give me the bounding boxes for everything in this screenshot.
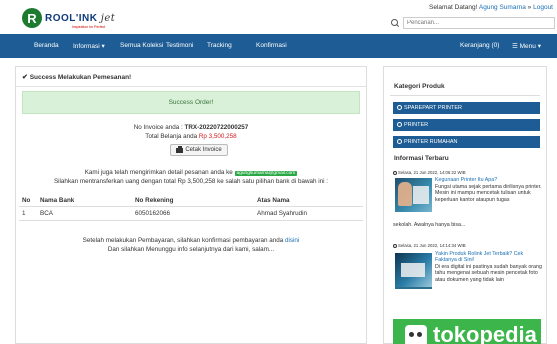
search-input[interactable] xyxy=(403,16,555,29)
category-printer[interactable]: PRINTER xyxy=(393,119,540,131)
wait-line: Dan silahkan Menunggu info selanjutnya d… xyxy=(107,246,275,253)
search-bar xyxy=(390,16,555,29)
confirm-here-link[interactable]: disini xyxy=(285,237,299,244)
post-thumbnail[interactable] xyxy=(395,253,432,289)
circle-arrow-icon xyxy=(397,121,402,127)
row-holder: Ahmad Syahrudin xyxy=(254,206,363,221)
sidebar: Kategori Produk SPAREPART PRINTER PRINTE… xyxy=(383,66,547,344)
row-account: 6050162066 xyxy=(132,206,254,221)
divider xyxy=(390,95,540,96)
post-title-link[interactable]: Yakin Produk Rolink Jet Terbaik? Cek Fak… xyxy=(435,251,545,264)
col-bank: Nama Bank xyxy=(37,195,132,207)
post-excerpt: Fungsi utama sejak pertama dirilisnya pr… xyxy=(435,184,542,203)
nav-tracking[interactable]: Tracking xyxy=(207,42,232,49)
user-name-link[interactable]: Agung Sumarna xyxy=(479,4,526,11)
logo-mark: R xyxy=(22,8,42,28)
post-excerpt: Di era digital ini pastinya sudah banyak… xyxy=(435,264,542,283)
circle-arrow-icon xyxy=(397,104,402,110)
tokopedia-bag-icon xyxy=(405,325,427,344)
post-title-link[interactable]: Kegunaan Printer Itu Apa? xyxy=(435,177,545,183)
post-thumbnail[interactable] xyxy=(395,178,432,212)
category-heading: Kategori Produk xyxy=(394,83,445,90)
site-header: R ROOL'INK jet Inspiration for Perfect S… xyxy=(0,0,557,34)
logout-separator: » xyxy=(527,4,532,11)
tokopedia-banner[interactable]: tokopedia xyxy=(393,319,541,344)
table-row: 1 BCA 6050162066 Ahmad Syahrudin xyxy=(19,206,363,221)
circle-arrow-icon xyxy=(397,138,402,144)
welcome-bar: Selamat Datang! Agung Sumarna » Logout xyxy=(429,4,553,11)
invoice-number: TRX-20220722000257 xyxy=(184,124,249,131)
post-meta: Selasa, 21 Jun 2022, 14:06:22 WIB xyxy=(393,170,466,175)
col-account: No Rekening xyxy=(132,195,254,207)
order-success-panel: ✔ Success Melakukan Pemesanan! Success O… xyxy=(15,66,367,344)
main-navbar: Beranda Informasi ▾ Semua Koleksi Testim… xyxy=(0,34,557,58)
bank-table: No Nama Bank No Rekening Atas Nama 1 BCA… xyxy=(19,195,363,221)
invoice-line: No Invoice anda : TRX-20220722000257 xyxy=(133,124,249,131)
success-alert: Success Order! xyxy=(22,91,360,114)
printer-icon xyxy=(176,145,184,153)
row-no: 1 xyxy=(19,206,37,221)
post-meta: Selasa, 21 Jun 2022, 14:14:34 WIB xyxy=(393,243,466,248)
news-heading: Informasi Terbaru xyxy=(394,155,449,162)
email-sent-line: Kami juga telah mengirimkan detail pesan… xyxy=(84,169,298,176)
post-excerpt-continued: sekolah. Awalnya hanya bisa... xyxy=(393,222,466,228)
logo-text: ROOL'INK jet xyxy=(45,12,116,24)
email-badge: agungsumarna@gmail.com xyxy=(234,171,298,176)
nav-semua-koleksi[interactable]: Semua Koleksi xyxy=(120,42,163,49)
clock-icon xyxy=(393,243,397,248)
nav-beranda[interactable]: Beranda xyxy=(34,42,59,49)
welcome-text: Selamat Datang! xyxy=(429,4,478,11)
divider xyxy=(16,86,366,87)
nav-testimoni[interactable]: Testimoni xyxy=(166,42,193,49)
col-no: No xyxy=(19,195,37,207)
nav-informasi[interactable]: Informasi ▾ xyxy=(73,42,105,50)
transfer-line: Silahkan mentransferkan uang dengan tota… xyxy=(53,178,329,185)
logout-link[interactable]: Logout xyxy=(533,4,553,11)
logo-tagline: Inspiration for Perfect xyxy=(72,25,106,29)
search-icon[interactable] xyxy=(390,18,400,28)
category-printer-rumahan[interactable]: PRINTER RUMAHAN xyxy=(393,136,540,148)
checkmark-icon: ✔ xyxy=(22,74,28,81)
col-holder: Atas Nama xyxy=(254,195,363,207)
nav-cart[interactable]: Keranjang (0) xyxy=(460,42,499,49)
total-line: Total Belanja anda Rp 3,500,258 xyxy=(145,133,237,140)
category-sparepart-printer[interactable]: SPAREPART PRINTER xyxy=(393,102,540,114)
table-header-row: No Nama Bank No Rekening Atas Nama xyxy=(19,195,363,207)
after-payment-line: Setelah melakukan Pembayaran, silahkan k… xyxy=(82,237,300,244)
tokopedia-logo-text: tokopedia xyxy=(433,322,537,344)
total-value: Rp 3,500,258 xyxy=(198,133,237,140)
nav-menu[interactable]: ☰ Menu ▾ xyxy=(512,42,541,50)
row-bank: BCA xyxy=(37,206,132,221)
success-heading: ✔ Success Melakukan Pemesanan! xyxy=(22,74,132,81)
nav-konfirmasi[interactable]: Konfirmasi xyxy=(256,42,287,49)
clock-icon xyxy=(393,170,397,175)
print-invoice-button[interactable]: Cetak Invoice xyxy=(170,144,228,156)
